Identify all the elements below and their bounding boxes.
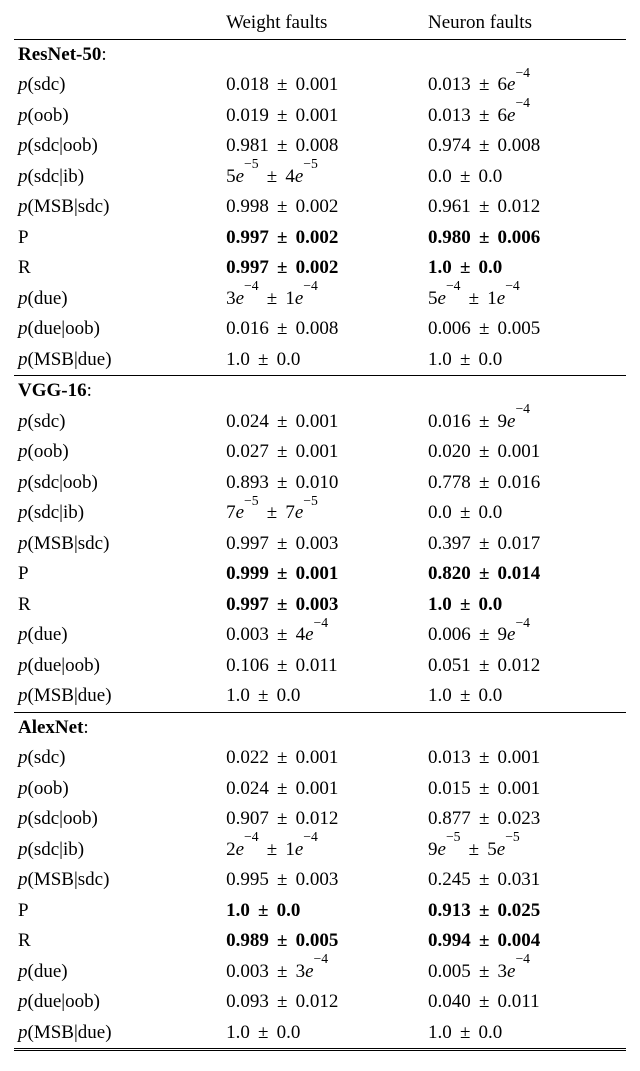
weight-value: 0.019 ± 0.001: [222, 101, 424, 132]
neuron-value: 9e−5 ± 5e−5: [424, 835, 626, 866]
neuron-value: 0.016 ± 9e−4: [424, 407, 626, 438]
row-label: p(due|oob): [14, 314, 222, 345]
weight-value: 1.0 ± 0.0: [222, 681, 424, 712]
neuron-value: 0.013 ± 0.001: [424, 743, 626, 774]
weight-value: 0.022 ± 0.001: [222, 743, 424, 774]
weight-value: 0.024 ± 0.001: [222, 407, 424, 438]
row-label: p(oob): [14, 774, 222, 805]
neuron-value: 0.820 ± 0.014: [424, 559, 626, 590]
weight-value: 0.106 ± 0.011: [222, 651, 424, 682]
row-label: p(due): [14, 284, 222, 315]
row-label: p(due|oob): [14, 987, 222, 1018]
row-label: p(MSB|sdc): [14, 865, 222, 896]
neuron-value: 0.015 ± 0.001: [424, 774, 626, 805]
row-label: p(MSB|due): [14, 681, 222, 712]
row-label: p(sdc): [14, 407, 222, 438]
neuron-value: 0.778 ± 0.016: [424, 468, 626, 499]
row-label: p(sdc|ib): [14, 835, 222, 866]
row-label: p(sdc|oob): [14, 804, 222, 835]
section-title: VGG-16:: [14, 376, 626, 407]
row-label: p(oob): [14, 101, 222, 132]
row-label: p(due): [14, 620, 222, 651]
row-label: P: [14, 223, 222, 254]
row-label: p(sdc): [14, 70, 222, 101]
weight-value: 0.995 ± 0.003: [222, 865, 424, 896]
row-label: p(due): [14, 957, 222, 988]
weight-value: 0.997 ± 0.003: [222, 529, 424, 560]
neuron-value: 0.913 ± 0.025: [424, 896, 626, 927]
weight-value: 0.003 ± 3e−4: [222, 957, 424, 988]
results-table-page: Weight faultsNeuron faultsResNet-50:p(sd…: [0, 0, 640, 1071]
neuron-value: 0.051 ± 0.012: [424, 651, 626, 682]
row-label: p(sdc): [14, 743, 222, 774]
neuron-value: 0.040 ± 0.011: [424, 987, 626, 1018]
row-label: p(MSB|sdc): [14, 192, 222, 223]
row-label: p(MSB|due): [14, 1018, 222, 1050]
row-label: R: [14, 253, 222, 284]
row-label: p(MSB|due): [14, 345, 222, 376]
row-label: p(due|oob): [14, 651, 222, 682]
row-label: R: [14, 590, 222, 621]
neuron-value: 0.0 ± 0.0: [424, 162, 626, 193]
weight-value: 0.093 ± 0.012: [222, 987, 424, 1018]
row-label: p(sdc|ib): [14, 498, 222, 529]
neuron-value: 0.245 ± 0.031: [424, 865, 626, 896]
weight-value: 7e−5 ± 7e−5: [222, 498, 424, 529]
row-label: p(sdc|oob): [14, 131, 222, 162]
weight-value: 2e−4 ± 1e−4: [222, 835, 424, 866]
weight-value: 0.997 ± 0.002: [222, 223, 424, 254]
neuron-value: 0.005 ± 3e−4: [424, 957, 626, 988]
neuron-value: 5e−4 ± 1e−4: [424, 284, 626, 315]
row-label: P: [14, 896, 222, 927]
weight-value: 1.0 ± 0.0: [222, 1018, 424, 1050]
neuron-value: 0.397 ± 0.017: [424, 529, 626, 560]
row-label: R: [14, 926, 222, 957]
row-label: p(oob): [14, 437, 222, 468]
row-label: p(MSB|sdc): [14, 529, 222, 560]
header-blank: [14, 8, 222, 39]
weight-value: 1.0 ± 0.0: [222, 345, 424, 376]
weight-value: 0.016 ± 0.008: [222, 314, 424, 345]
row-label: p(sdc|ib): [14, 162, 222, 193]
row-label: P: [14, 559, 222, 590]
neuron-value: 0.006 ± 9e−4: [424, 620, 626, 651]
neuron-value: 0.980 ± 0.006: [424, 223, 626, 254]
neuron-value: 1.0 ± 0.0: [424, 681, 626, 712]
neuron-value: 0.0 ± 0.0: [424, 498, 626, 529]
weight-value: 0.018 ± 0.001: [222, 70, 424, 101]
neuron-value: 0.013 ± 6e−4: [424, 101, 626, 132]
weight-value: 5e−5 ± 4e−5: [222, 162, 424, 193]
results-table: Weight faultsNeuron faultsResNet-50:p(sd…: [14, 8, 626, 1051]
weight-value: 0.024 ± 0.001: [222, 774, 424, 805]
row-label: p(sdc|oob): [14, 468, 222, 499]
header-neuron-faults: Neuron faults: [424, 8, 626, 39]
neuron-value: 1.0 ± 0.0: [424, 1018, 626, 1050]
neuron-value: 0.961 ± 0.012: [424, 192, 626, 223]
section-title: AlexNet:: [14, 712, 626, 743]
neuron-value: 0.974 ± 0.008: [424, 131, 626, 162]
neuron-value: 0.006 ± 0.005: [424, 314, 626, 345]
neuron-value: 0.020 ± 0.001: [424, 437, 626, 468]
section-title: ResNet-50:: [14, 39, 626, 70]
header-weight-faults: Weight faults: [222, 8, 424, 39]
weight-value: 0.027 ± 0.001: [222, 437, 424, 468]
weight-value: 3e−4 ± 1e−4: [222, 284, 424, 315]
weight-value: 0.999 ± 0.001: [222, 559, 424, 590]
weight-value: 1.0 ± 0.0: [222, 896, 424, 927]
neuron-value: 1.0 ± 0.0: [424, 345, 626, 376]
weight-value: 0.998 ± 0.002: [222, 192, 424, 223]
weight-value: 0.003 ± 4e−4: [222, 620, 424, 651]
